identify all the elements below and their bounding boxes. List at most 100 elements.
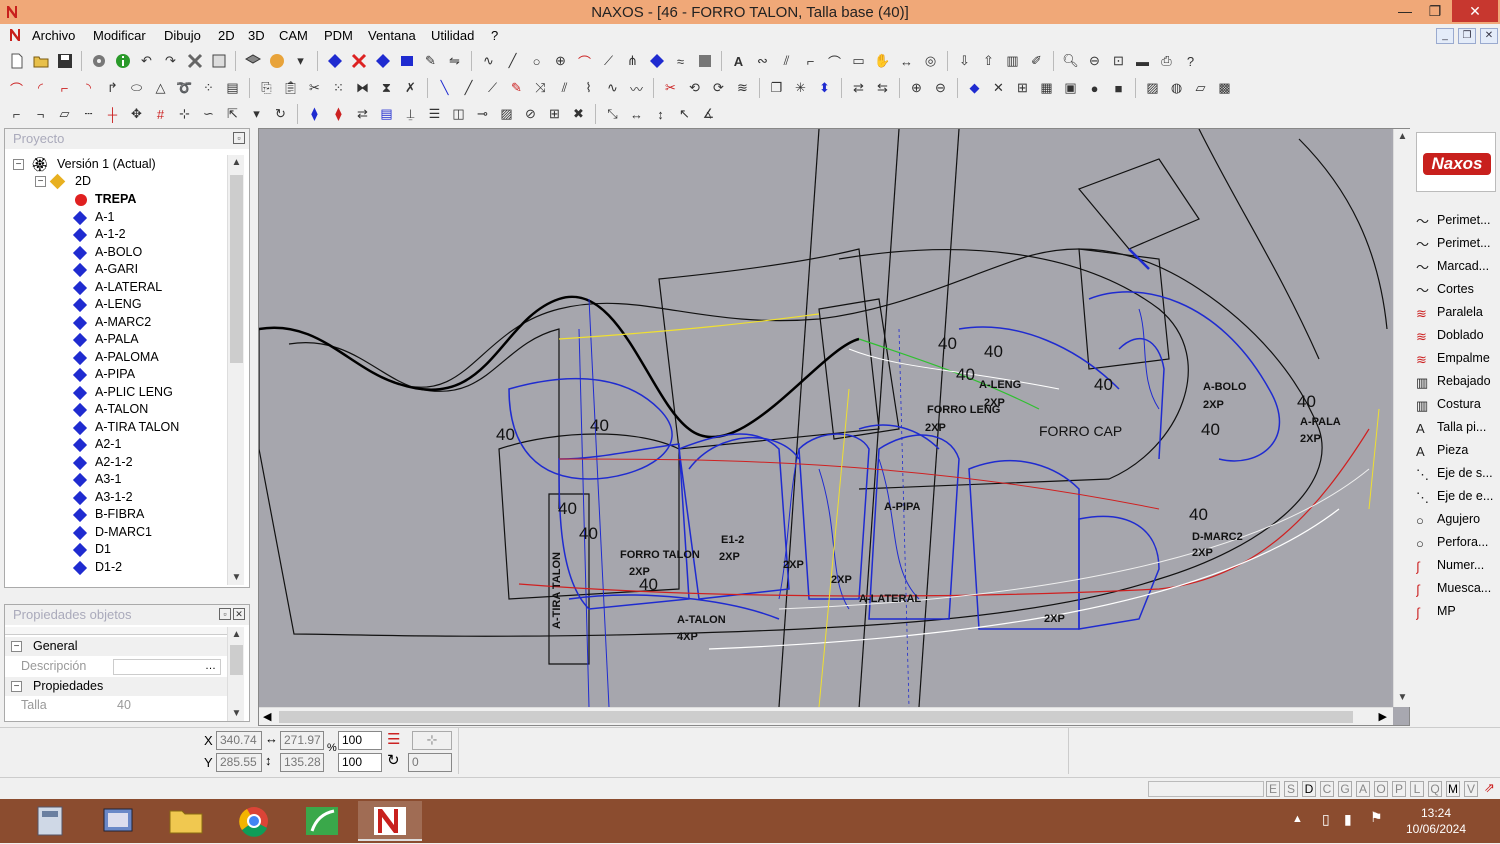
- drawing-canvas[interactable]: 40 40 40 40 40 40 40 40 40 40 40 40 A-LENG 2XP FORRO L…: [259, 129, 1391, 707]
- explode-icon[interactable]: ✳: [790, 78, 811, 99]
- copy-icon[interactable]: ⎘: [256, 78, 277, 99]
- hscroll-thumb[interactable]: [279, 711, 1353, 723]
- angle-icon[interactable]: ∡: [698, 104, 719, 125]
- database-icon[interactable]: ▤: [376, 104, 397, 125]
- palette-tool[interactable]: ∫ MP: [1416, 601, 1498, 621]
- tangent-icon[interactable]: ↱: [102, 78, 123, 99]
- x-coordinate-field[interactable]: 340.74: [216, 731, 262, 750]
- connect-icon[interactable]: ⧫: [304, 104, 325, 125]
- vdim-icon[interactable]: ↕: [650, 104, 671, 125]
- network-icon[interactable]: ▮: [1344, 811, 1352, 828]
- settings-icon[interactable]: [88, 51, 109, 72]
- dropdown-arrow-icon[interactable]: ▾: [290, 51, 311, 72]
- menu-modificar[interactable]: Modificar: [93, 28, 146, 43]
- corner-join2-icon[interactable]: ¬: [30, 104, 51, 125]
- tree-item[interactable]: A-PALOMA: [9, 349, 227, 366]
- tree-item[interactable]: A3-1-2: [9, 489, 227, 506]
- scroll-right-icon[interactable]: ▶: [1379, 710, 1387, 723]
- triangle-icon[interactable]: △: [150, 78, 171, 99]
- scale-y-field[interactable]: 100: [338, 753, 382, 772]
- import-icon[interactable]: ⇧: [978, 51, 999, 72]
- array-icon[interactable]: ⁙: [328, 78, 349, 99]
- properties-icon[interactable]: [208, 51, 229, 72]
- tree-item[interactable]: A-BOLO: [9, 244, 227, 261]
- properties-scrollbar[interactable]: ▲ ▼: [227, 627, 244, 721]
- stripe-icon[interactable]: ▨: [496, 104, 517, 125]
- tree-item[interactable]: A-1-2: [9, 226, 227, 243]
- arc-icon[interactable]: ⌒: [574, 51, 595, 72]
- spline-icon[interactable]: ∾: [752, 51, 773, 72]
- apply-scale-icon[interactable]: ☰: [387, 730, 400, 748]
- line-dash-icon[interactable]: ╱: [458, 78, 479, 99]
- tree-item[interactable]: A-PIPA: [9, 366, 227, 383]
- x-icon[interactable]: ✖: [568, 104, 589, 125]
- node-icon[interactable]: ⋔: [622, 51, 643, 72]
- help-icon[interactable]: ?: [1180, 51, 1201, 72]
- notch-icon[interactable]: ┼: [102, 104, 123, 125]
- move-icon[interactable]: ✥: [126, 104, 147, 125]
- pins-icon[interactable]: ⊸: [472, 104, 493, 125]
- mdi-minimize-button[interactable]: _: [1436, 28, 1454, 44]
- drawing-area[interactable]: 40 40 40 40 40 40 40 40 40 40 40 40 A-LENG 2XP FORRO L…: [258, 128, 1410, 726]
- hand-icon[interactable]: ✋: [872, 51, 893, 72]
- cut-line-icon[interactable]: ✂: [660, 78, 681, 99]
- swap2-icon[interactable]: ⇆: [872, 78, 893, 99]
- tree-item[interactable]: A-PLIC LENG: [9, 384, 227, 401]
- status-toggle[interactable]: O: [1374, 781, 1388, 797]
- arc-red-icon[interactable]: ⌒: [6, 78, 27, 99]
- table2-icon[interactable]: ⊞: [544, 104, 565, 125]
- tree-item[interactable]: A-TALON: [9, 401, 227, 418]
- palette-tool[interactable]: ≋ Paralela: [1416, 302, 1498, 322]
- select-piece-icon[interactable]: [324, 51, 345, 72]
- trim-icon[interactable]: ✗: [400, 78, 421, 99]
- layer-stack-icon[interactable]: ▱: [1190, 78, 1211, 99]
- columns-icon[interactable]: ◫: [448, 104, 469, 125]
- pointer-icon[interactable]: ⇱: [222, 104, 243, 125]
- scroll-up-icon[interactable]: ▲: [228, 157, 245, 168]
- line-2-icon[interactable]: ⟋: [482, 78, 503, 99]
- card-icon[interactable]: ▣: [1060, 78, 1081, 99]
- box-icon[interactable]: ■: [1108, 78, 1129, 99]
- taskbar-clock[interactable]: 13:24 10/06/2024: [1396, 805, 1476, 837]
- globe-icon[interactable]: ◍: [1166, 78, 1187, 99]
- palette-tool[interactable]: ▥ Rebajado: [1416, 371, 1498, 391]
- rotate-left-icon[interactable]: ⟲: [684, 78, 705, 99]
- refresh-icon[interactable]: ↻: [270, 104, 291, 125]
- paste-icon[interactable]: 📋︎: [280, 78, 301, 99]
- sphere-icon[interactable]: ●: [1084, 78, 1105, 99]
- tree-item[interactable]: A-1: [9, 209, 227, 226]
- status-toggle[interactable]: S: [1284, 781, 1298, 797]
- measure-icon[interactable]: ↔: [896, 51, 917, 72]
- scroll-thumb[interactable]: [230, 175, 243, 363]
- palette-tool[interactable]: ○ Perfora...: [1416, 532, 1498, 552]
- palette-tool[interactable]: ○ Agujero: [1416, 509, 1498, 529]
- snap-icon[interactable]: ⇗: [1484, 780, 1495, 796]
- palette-tool[interactable]: ≋ Doblado: [1416, 325, 1498, 345]
- info-icon[interactable]: [112, 51, 133, 72]
- rotate-piece-icon[interactable]: ◆: [964, 78, 985, 99]
- corner-icon[interactable]: ⌐: [54, 78, 75, 99]
- width-field[interactable]: 271.97: [280, 731, 324, 750]
- menu-archivo[interactable]: Archivo: [32, 28, 75, 43]
- close-button[interactable]: ✕: [1452, 0, 1498, 22]
- spiral-icon[interactable]: ➰: [174, 78, 195, 99]
- cut-icon[interactable]: ✂: [304, 78, 325, 99]
- split-icon[interactable]: ⊘: [520, 104, 541, 125]
- menu-dibujo[interactable]: Dibujo: [164, 28, 201, 43]
- layers-icon[interactable]: [242, 51, 263, 72]
- scroll-down-icon[interactable]: ▼: [228, 708, 245, 719]
- status-toggle[interactable]: Q: [1428, 781, 1442, 797]
- mirror-icon[interactable]: [396, 51, 417, 72]
- mdi-restore-button[interactable]: ❐: [1458, 28, 1476, 44]
- taskbar-explorer-icon[interactable]: [86, 801, 150, 841]
- curve-edit-icon[interactable]: ∽: [198, 104, 219, 125]
- tree-item[interactable]: A2-1: [9, 436, 227, 453]
- mirror-h-icon[interactable]: ⧓: [352, 78, 373, 99]
- flip-icon[interactable]: ⇋: [444, 51, 465, 72]
- palette-tool[interactable]: ∫ Numer...: [1416, 555, 1498, 575]
- pen-red-icon[interactable]: ✎: [506, 78, 527, 99]
- align-icon[interactable]: ⊹: [174, 104, 195, 125]
- wave2-icon[interactable]: 〰: [626, 78, 647, 99]
- corner2-icon[interactable]: ◝: [78, 78, 99, 99]
- pattern-drawing[interactable]: [259, 129, 1391, 707]
